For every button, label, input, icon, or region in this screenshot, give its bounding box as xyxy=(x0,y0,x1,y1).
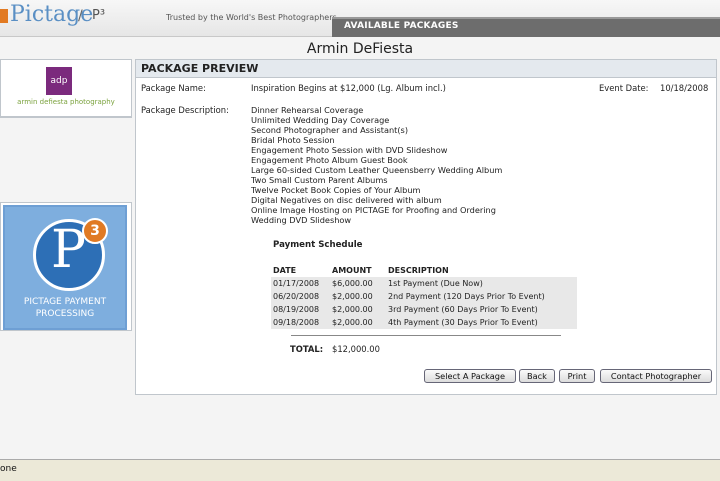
sidebar: adp armin defiesta photography P 3 PICTA… xyxy=(0,59,132,334)
table-row: 09/18/2008 $2,000.00 4th Payment (30 Day… xyxy=(271,316,577,329)
payment-date: 01/17/2008 xyxy=(273,279,320,288)
tab-available-packages[interactable]: AVAILABLE PACKAGES xyxy=(332,17,720,37)
package-description-label: Package Description: xyxy=(141,105,229,115)
contact-photographer-button[interactable]: Contact Photographer xyxy=(600,369,712,383)
p3-badge: 3 xyxy=(82,218,108,244)
event-date-label: Event Date: xyxy=(599,83,649,93)
table-row: 01/17/2008 $6,000.00 1st Payment (Due No… xyxy=(271,277,577,290)
payment-description: 4th Payment (30 Days Prior To Event) xyxy=(388,318,538,327)
photographer-logo: adp armin defiesta photography xyxy=(0,59,132,117)
payment-amount: $6,000.00 xyxy=(332,279,373,288)
payment-amount: $2,000.00 xyxy=(332,318,373,327)
payment-schedule-title: Payment Schedule xyxy=(273,240,363,250)
adp-logo-mark: adp xyxy=(46,67,72,95)
p3-caption-line1: PICTAGE PAYMENT xyxy=(23,297,107,307)
print-button[interactable]: Print xyxy=(559,369,595,383)
pictage-logo-icon xyxy=(0,9,8,23)
payment-description: 1st Payment (Due Now) xyxy=(388,279,483,288)
package-name-label: Package Name: xyxy=(141,83,206,93)
list-item: Engagement Photo Session with DVD Slides… xyxy=(251,145,448,155)
total-label: TOTAL: xyxy=(290,344,324,354)
payment-date: 08/19/2008 xyxy=(273,305,320,314)
tab-available-packages-label: AVAILABLE PACKAGES xyxy=(344,21,459,31)
p3-banner[interactable]: P 3 PICTAGE PAYMENT PROCESSING xyxy=(0,202,132,331)
list-item: Unlimited Wedding Day Coverage xyxy=(251,115,390,125)
p3-caption-line2: PROCESSING xyxy=(35,309,95,319)
back-button[interactable]: Back xyxy=(519,369,555,383)
list-item: Dinner Rehearsal Coverage xyxy=(251,105,364,115)
total-value: $12,000.00 xyxy=(332,344,380,354)
p3-logo-icon: P 3 xyxy=(33,218,108,291)
payment-description: 3rd Payment (60 Days Prior To Event) xyxy=(388,305,538,314)
list-item: Twelve Pocket Book Copies of Your Album xyxy=(251,185,421,195)
table-row: 06/20/2008 $2,000.00 2nd Payment (120 Da… xyxy=(271,290,577,303)
table-row: 08/19/2008 $2,000.00 3rd Payment (60 Day… xyxy=(271,303,577,316)
list-item: Two Small Custom Parent Albums xyxy=(251,175,388,185)
panel-header: PACKAGE PREVIEW xyxy=(136,60,716,78)
list-item: Large 60-sided Custom Leather Queensberr… xyxy=(251,165,503,175)
event-date-value: 10/18/2008 xyxy=(660,83,709,93)
list-item: Second Photographer and Assistant(s) xyxy=(251,125,409,135)
payment-description: 2nd Payment (120 Days Prior To Event) xyxy=(388,292,545,301)
status-text: one xyxy=(0,464,17,474)
logo-separator: / xyxy=(78,8,83,24)
package-description-list: Dinner Rehearsal Coverage Unlimited Wedd… xyxy=(251,105,591,225)
column-header-amount: AMOUNT xyxy=(332,266,372,275)
p3-letter: P xyxy=(51,220,86,280)
column-header-description: DESCRIPTION xyxy=(388,266,449,275)
photographer-name: Armin DeFiesta xyxy=(306,41,414,57)
payment-date: 09/18/2008 xyxy=(273,318,320,327)
list-item: Digital Negatives on disc delivered with… xyxy=(251,195,442,205)
table-header-row: DATE AMOUNT DESCRIPTION xyxy=(271,266,577,277)
list-item: Engagement Photo Album Guest Book xyxy=(251,155,408,165)
total-divider xyxy=(291,335,561,336)
adp-logo-text: armin defiesta photography xyxy=(17,98,115,106)
panel-title: PACKAGE PREVIEW xyxy=(141,62,259,75)
payment-schedule-table: DATE AMOUNT DESCRIPTION 01/17/2008 $6,00… xyxy=(271,266,577,329)
payment-date: 06/20/2008 xyxy=(273,292,320,301)
p3-banner-inner: P 3 PICTAGE PAYMENT PROCESSING xyxy=(3,205,127,330)
p3-logo-text: P³ xyxy=(92,8,106,23)
list-item: Online Image Hosting on PICTAGE for Proo… xyxy=(251,205,496,215)
payment-amount: $2,000.00 xyxy=(332,292,373,301)
list-item: Bridal Photo Session xyxy=(251,135,335,145)
browser-status-bar: one xyxy=(0,459,720,481)
top-header: Pictage / P³ Trusted by the World's Best… xyxy=(0,0,720,37)
payment-amount: $2,000.00 xyxy=(332,305,373,314)
package-preview-panel: PACKAGE PREVIEW Package Name: Inspiratio… xyxy=(135,59,717,395)
select-package-button[interactable]: Select A Package xyxy=(424,369,516,383)
sidebar-divider xyxy=(0,117,132,118)
list-item: Wedding DVD Slideshow xyxy=(251,215,352,225)
p3-caption: PICTAGE PAYMENT PROCESSING xyxy=(5,296,125,320)
package-name-value: Inspiration Begins at $12,000 (Lg. Album… xyxy=(251,83,446,93)
tagline: Trusted by the World's Best Photographer… xyxy=(166,13,337,22)
column-header-date: DATE xyxy=(273,266,297,275)
